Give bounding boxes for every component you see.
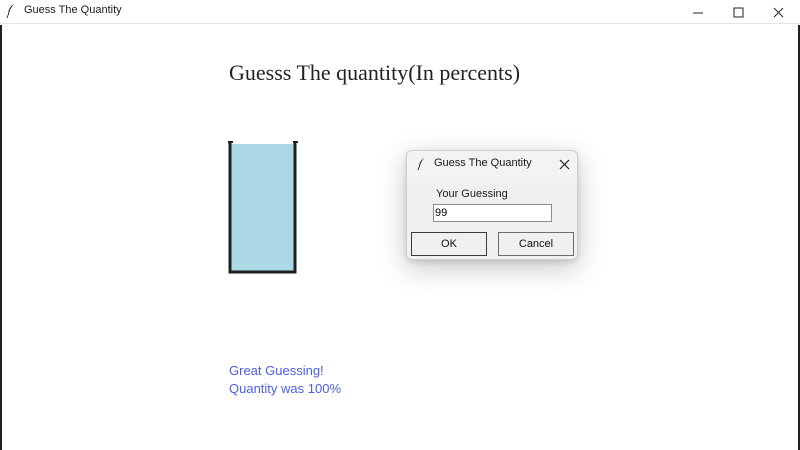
dialog-title-bar[interactable]: Guess The Quantity: [407, 151, 577, 177]
dialog-title: Guess The Quantity: [434, 157, 532, 169]
result-line-1: Great Guessing!: [229, 363, 324, 378]
guess-input[interactable]: [433, 204, 552, 222]
guess-label: Your Guessing: [436, 188, 508, 200]
guess-dialog: Guess The Quantity Your Guessing OK Canc…: [406, 150, 578, 260]
minimize-button[interactable]: [678, 0, 718, 24]
result-line-2: Quantity was 100%: [229, 381, 342, 396]
feather-icon: [417, 158, 424, 171]
glass-liquid: [231, 144, 295, 272]
main-window: Guess The Quantity Guesss The quantity(I…: [0, 0, 800, 450]
page-title: Guesss The quantity(In percents): [229, 60, 521, 85]
maximize-icon: [733, 7, 743, 17]
close-icon: [773, 7, 783, 17]
result-message: Great Guessing! Quantity was 100%: [229, 362, 341, 398]
dialog-close-button[interactable]: [554, 154, 574, 174]
close-button[interactable]: [758, 0, 798, 24]
ok-button[interactable]: OK: [411, 232, 487, 256]
minimize-icon: [692, 12, 703, 13]
quantity-glass: [228, 141, 298, 274]
client-area: [0, 25, 800, 450]
title-bar[interactable]: Guess The Quantity: [0, 0, 800, 24]
window-title: Guess The Quantity: [24, 4, 122, 16]
feather-icon: [6, 4, 14, 19]
cancel-button[interactable]: Cancel: [498, 232, 574, 256]
maximize-button[interactable]: [718, 0, 758, 24]
close-icon: [559, 159, 569, 169]
